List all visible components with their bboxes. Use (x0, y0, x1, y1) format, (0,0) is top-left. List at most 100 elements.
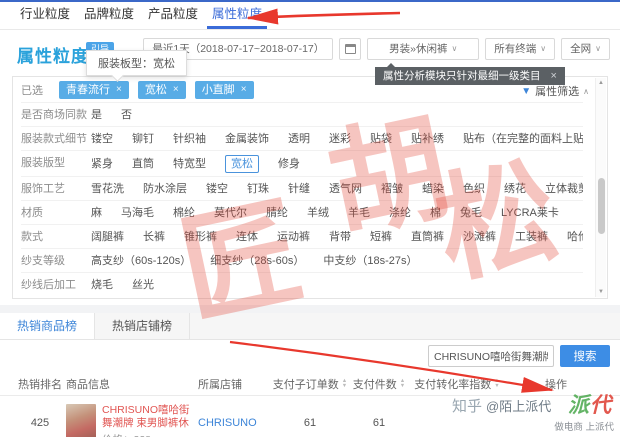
filter-option[interactable]: 工装裤 (515, 229, 548, 245)
filter-option[interactable]: 立体裁剪 (545, 181, 583, 197)
scrollbar[interactable]: ▲ ▼ (595, 78, 606, 297)
terminal-select[interactable]: 所有终端 ∨ (485, 38, 555, 60)
product-image[interactable] (66, 404, 96, 437)
sort-icon[interactable]: ▲▼ (342, 379, 347, 388)
search-button[interactable]: 搜索 (560, 345, 610, 367)
filter-option[interactable]: 针缝 (288, 181, 310, 197)
column-label: 商品信息 (66, 376, 110, 392)
filter-option[interactable]: 铆钉 (132, 131, 154, 147)
sort-icon[interactable]: ▲▼ (400, 379, 405, 388)
filter-option[interactable]: 羊毛 (348, 205, 370, 221)
shop-cell: CHRISUNO (198, 404, 270, 429)
remove-tag-icon[interactable]: × (241, 81, 247, 99)
filter-option[interactable]: 褶皱 (381, 181, 403, 197)
filter-option[interactable]: 中支纱（18s-27s） (323, 253, 417, 269)
filter-option[interactable]: 麻 (91, 205, 102, 221)
table-row[interactable]: 425 CHRISUNO嘻哈街舞潮牌 束男脚裤休闲裤长裤夏宽松嘻哈款运动裤 价格… (0, 396, 620, 437)
filter-option[interactable]: 是 (91, 107, 102, 123)
filter-option[interactable]: 防水涂层 (143, 181, 187, 197)
filter-option[interactable]: 镂空 (91, 131, 113, 147)
filter-option[interactable]: 特宽型 (173, 156, 206, 172)
filter-option[interactable]: 哈伦裤 (567, 229, 583, 245)
filter-option[interactable]: 烧毛 (91, 277, 113, 293)
sort-icon[interactable]: ▲▼ (494, 379, 499, 388)
filter-option[interactable]: 金属装饰 (225, 131, 269, 147)
filter-option[interactable]: 透明 (288, 131, 310, 147)
filter-collapse-toggle[interactable]: ▼ 属性筛选 ∧ (521, 83, 589, 99)
filter-option[interactable]: 阔腿裤 (91, 229, 124, 245)
search-input[interactable] (428, 345, 554, 367)
filter-option[interactable]: 镂空 (206, 181, 228, 197)
filter-option[interactable]: 马海毛 (121, 205, 154, 221)
filter-option[interactable]: 短裤 (370, 229, 392, 245)
filter-option[interactable]: 钉珠 (247, 181, 269, 197)
filter-option[interactable]: 色织 (463, 181, 485, 197)
funnel-icon: ▼ (521, 86, 531, 97)
category-select[interactable]: 男装»休闲裤 ∨ (367, 38, 479, 60)
product-info-cell: CHRISUNO嘻哈街舞潮牌 束男脚裤休闲裤长裤夏宽松嘻哈款运动裤 价格：328 (66, 404, 198, 437)
filter-option[interactable]: 锥形裤 (184, 229, 217, 245)
remove-tag-icon[interactable]: × (173, 81, 179, 99)
scroll-down-icon[interactable]: ▼ (596, 287, 606, 297)
product-title-link[interactable]: CHRISUNO嘻哈街舞潮牌 束男脚裤休闲裤长裤夏宽松嘻哈款运动裤 (102, 404, 198, 430)
remove-tag-icon[interactable]: × (116, 81, 122, 99)
scope-select[interactable]: 全网 ∨ (561, 38, 610, 60)
filter-option[interactable]: 修身 (278, 156, 300, 172)
top-tab-3[interactable]: 属性粒度 (209, 3, 265, 29)
filter-option[interactable]: 腈纶 (266, 205, 288, 221)
filter-option[interactable]: 棉纶 (173, 205, 195, 221)
filter-option[interactable]: 贴补绣 (411, 131, 444, 147)
filter-option[interactable]: 蜡染 (422, 181, 444, 197)
sort-down-icon: ▼ (400, 384, 405, 389)
ranking-tab-0[interactable]: 热销商品榜 (0, 313, 95, 339)
filter-option[interactable]: 背带 (329, 229, 351, 245)
column-header-3[interactable]: 支付子订单数▲▼ (270, 376, 350, 392)
filter-option[interactable]: 宽松 (225, 155, 259, 173)
close-icon[interactable]: × (551, 67, 557, 85)
filter-option[interactable]: 直筒裤 (411, 229, 444, 245)
filter-option[interactable]: 否 (121, 107, 132, 123)
filter-options: 烧毛 丝光 (91, 277, 583, 293)
filter-option[interactable]: 透气网 (329, 181, 362, 197)
filter-option[interactable]: 直筒 (132, 156, 154, 172)
filter-option[interactable]: 紧身 (91, 156, 113, 172)
filter-option[interactable]: 高支纱（60s-120s） (91, 253, 191, 269)
filter-option[interactable]: 迷彩 (329, 131, 351, 147)
top-tab-0[interactable]: 行业粒度 (17, 3, 73, 29)
column-header-5[interactable]: 支付转化率指数▲▼ (408, 376, 506, 392)
filter-option[interactable]: 棉 (430, 205, 441, 221)
filter-option[interactable]: 莫代尔 (214, 205, 247, 221)
filter-option[interactable]: 贴袋 (370, 131, 392, 147)
filter-option[interactable]: 绣花 (504, 181, 526, 197)
column-header-6: 操作 (506, 376, 606, 392)
chevron-down-icon: ∨ (595, 39, 601, 59)
filter-option[interactable]: 细支纱（28s-60s） (210, 253, 304, 269)
selected-tag[interactable]: 宽松× (138, 81, 186, 99)
scroll-up-icon[interactable]: ▲ (596, 78, 606, 88)
filter-option[interactable]: 兔毛 (460, 205, 482, 221)
filter-option[interactable]: 雪花洗 (91, 181, 124, 197)
top-tab-1[interactable]: 品牌粒度 (81, 3, 137, 29)
filter-option[interactable]: 涤纶 (389, 205, 411, 221)
filter-option[interactable]: 羊绒 (307, 205, 329, 221)
filter-rows: 是否商场同款是否服装款式细节镂空铆钉针织袖金属装饰透明迷彩贴袋贴补绣贴布（在完整… (21, 103, 583, 296)
filter-option[interactable]: 丝光 (132, 277, 154, 293)
column-header-4[interactable]: 支付件数▲▼ (350, 376, 408, 392)
filter-option[interactable]: 贴布（在完整的面料上贴） (463, 131, 583, 147)
calendar-button[interactable] (339, 38, 361, 60)
filter-row: 纱支等级高支纱（60s-120s）细支纱（28s-60s）中支纱（18s-27s… (21, 249, 583, 273)
selected-tag[interactable]: 青春流行× (59, 81, 129, 99)
top-tab-2[interactable]: 产品粒度 (145, 3, 201, 29)
terminal-select-value: 所有终端 (494, 39, 536, 59)
filter-option[interactable]: LYCRA莱卡 (501, 205, 559, 221)
ranking-tab-1[interactable]: 热销店铺榜 (95, 313, 190, 339)
filter-option[interactable]: 长裤 (143, 229, 165, 245)
selected-tag[interactable]: 小直脚× (195, 81, 254, 99)
filter-option[interactable]: 沙滩裤 (463, 229, 496, 245)
filter-option[interactable]: 连体 (236, 229, 258, 245)
filter-option[interactable]: 针织袖 (173, 131, 206, 147)
filter-label: 纱线后加工 (21, 277, 91, 293)
scrollbar-thumb[interactable] (598, 178, 605, 234)
shop-link[interactable]: CHRISUNO (198, 417, 257, 429)
filter-option[interactable]: 运动裤 (277, 229, 310, 245)
